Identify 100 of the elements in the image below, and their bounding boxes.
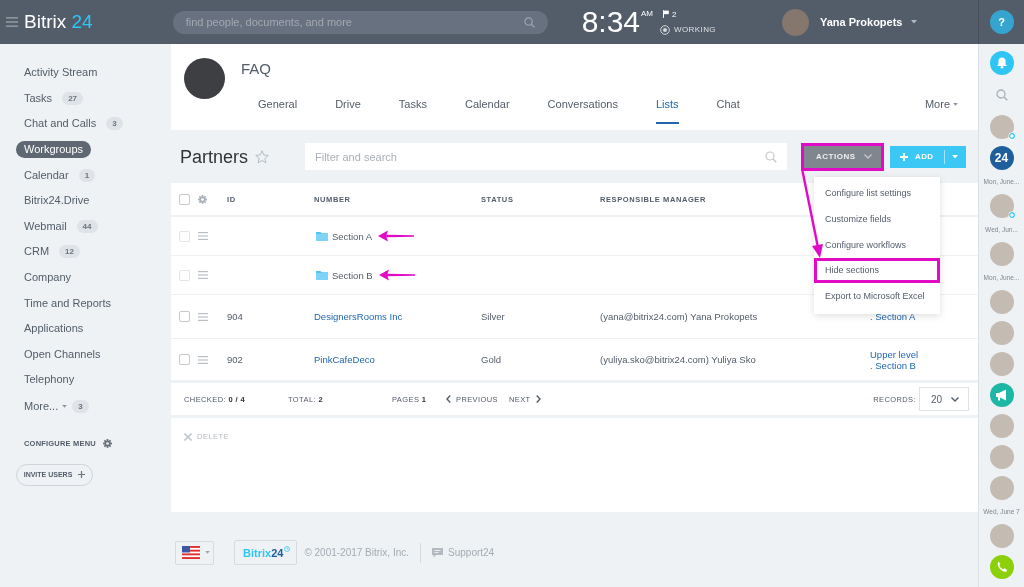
manager-name: (yuliya.sko@bitrix24.com) Yuliya Sko (600, 354, 756, 365)
chat-avatar[interactable]: 24 (989, 146, 1014, 170)
sidebar-item[interactable]: Bitrix24.Drive (16, 192, 98, 210)
menu-icon[interactable] (6, 17, 18, 27)
folder-icon (316, 231, 328, 241)
clock-icon (284, 546, 291, 552)
count-badge: 44 (76, 219, 98, 233)
folder-icon (316, 270, 328, 280)
avatar-placeholder[interactable] (989, 115, 1014, 139)
section-link[interactable]: Upper level . Section B (870, 348, 919, 371)
avatar-placeholder[interactable] (989, 476, 1014, 500)
avatar-placeholder[interactable] (989, 194, 1014, 218)
more-menu-item[interactable]: More... (16, 398, 67, 416)
sidebar-item[interactable]: Applications (16, 320, 92, 338)
sidebar-item[interactable]: Chat and Calls (16, 115, 105, 133)
avatar-placeholder[interactable] (989, 352, 1014, 376)
menu-item[interactable]: Hide sections (814, 257, 940, 284)
avatar-placeholder[interactable] (781, 8, 809, 36)
avatar-placeholder[interactable] (989, 290, 1014, 314)
work-status[interactable]: WORKING (674, 24, 716, 35)
count-badge: 3 (72, 400, 89, 414)
menu-icon[interactable] (198, 312, 208, 321)
avatar-placeholder[interactable] (989, 445, 1014, 469)
tab[interactable]: Calendar (464, 92, 510, 124)
tab[interactable]: Lists (655, 92, 679, 124)
phone-icon[interactable] (989, 555, 1014, 579)
section-name[interactable]: Section B (332, 269, 373, 281)
row-checkbox[interactable] (179, 230, 190, 242)
search-field[interactable]: find people, documents, and more (172, 10, 548, 34)
item-link[interactable]: DesignersRooms Inc (314, 311, 403, 322)
row-checkbox[interactable] (179, 354, 190, 365)
menu-item[interactable]: Configure workflows (814, 231, 940, 258)
megaphone-icon[interactable] (989, 383, 1014, 407)
clock-time: 8:34 (581, 7, 641, 37)
chevron-right-icon (535, 395, 541, 403)
caret-icon[interactable] (910, 20, 917, 24)
clock-period: AM (641, 9, 654, 19)
sidebar-item[interactable]: Company (16, 269, 80, 287)
sidebar-item[interactable]: Workgroups (16, 141, 92, 159)
item-link[interactable]: PinkCafeDeco (314, 354, 375, 365)
row-checkbox[interactable] (179, 311, 190, 322)
caret-icon (205, 551, 210, 554)
menu-item[interactable]: Configure list settings (814, 180, 940, 207)
record-icon[interactable] (660, 24, 671, 35)
sidebar-item[interactable]: Calendar (16, 166, 77, 184)
avatar-placeholder[interactable] (989, 242, 1014, 266)
plus-icon (900, 152, 908, 161)
tab[interactable]: General (258, 92, 298, 124)
flag-icon (182, 546, 200, 559)
more-tab[interactable]: More (924, 92, 958, 124)
flag-count[interactable]: 2 (672, 9, 677, 19)
logo[interactable]: Bitrix 24 (24, 11, 93, 33)
search-icon[interactable] (765, 150, 777, 163)
caret-icon[interactable] (62, 405, 68, 409)
star-icon[interactable] (255, 149, 270, 164)
user-name[interactable]: Yana Prokopets (819, 16, 903, 28)
tab[interactable]: Drive (335, 92, 361, 124)
avatar-placeholder[interactable] (989, 524, 1014, 548)
sidebar-item[interactable]: Telephony (16, 371, 83, 389)
actions-button[interactable]: ACTIONS (801, 142, 884, 171)
photo-placeholder (184, 58, 225, 99)
row-checkbox[interactable] (179, 269, 190, 281)
select-all-checkbox[interactable] (179, 193, 190, 205)
sidebar-item[interactable]: Open Channels (16, 345, 109, 363)
item-status: Gold (481, 354, 502, 365)
count-badge: 27 (62, 91, 84, 105)
copyright-text: © 2001-2017 Bitrix, Inc. (304, 547, 410, 558)
section-link[interactable]: . Section A (870, 311, 916, 322)
sidebar-item[interactable]: Tasks (16, 89, 61, 107)
avatar-placeholder[interactable] (989, 321, 1014, 345)
count-badge: 12 (59, 245, 80, 259)
bell-icon[interactable] (989, 51, 1014, 75)
filter-field[interactable]: Filter and search (305, 143, 787, 170)
menu-icon[interactable] (198, 271, 208, 279)
menu-item[interactable]: Customize fields (814, 206, 940, 232)
records-select[interactable]: 20 (919, 387, 969, 411)
item-id: 902 (227, 354, 243, 365)
item-id: 904 (227, 311, 243, 322)
tab[interactable]: Tasks (398, 92, 427, 124)
sidebar-item[interactable]: CRM (16, 243, 58, 261)
caret-icon (953, 103, 958, 106)
count-badge: 3 (106, 117, 123, 131)
logo-link[interactable]: Bitrix24 (234, 540, 298, 565)
section-name[interactable]: Section A (332, 230, 373, 242)
plus-icon (78, 471, 86, 479)
search-icon[interactable] (523, 16, 535, 28)
menu-icon[interactable] (198, 232, 208, 240)
gear-icon[interactable] (198, 194, 207, 204)
tab[interactable]: Conversations (547, 92, 618, 124)
avatar-placeholder[interactable] (989, 414, 1014, 438)
gear-icon[interactable] (102, 439, 112, 449)
sidebar-item[interactable]: Activity Stream (16, 64, 106, 82)
chevron-down-icon (864, 154, 872, 159)
sidebar-item[interactable]: Time and Reports (16, 294, 120, 312)
search-icon[interactable] (995, 89, 1008, 101)
language-select[interactable] (175, 540, 214, 565)
menu-icon[interactable] (198, 355, 208, 364)
menu-item[interactable]: Export to Microsoft Excel (814, 283, 940, 309)
sidebar-item[interactable]: Webmail (16, 217, 75, 235)
tab[interactable]: Chat (716, 92, 740, 124)
